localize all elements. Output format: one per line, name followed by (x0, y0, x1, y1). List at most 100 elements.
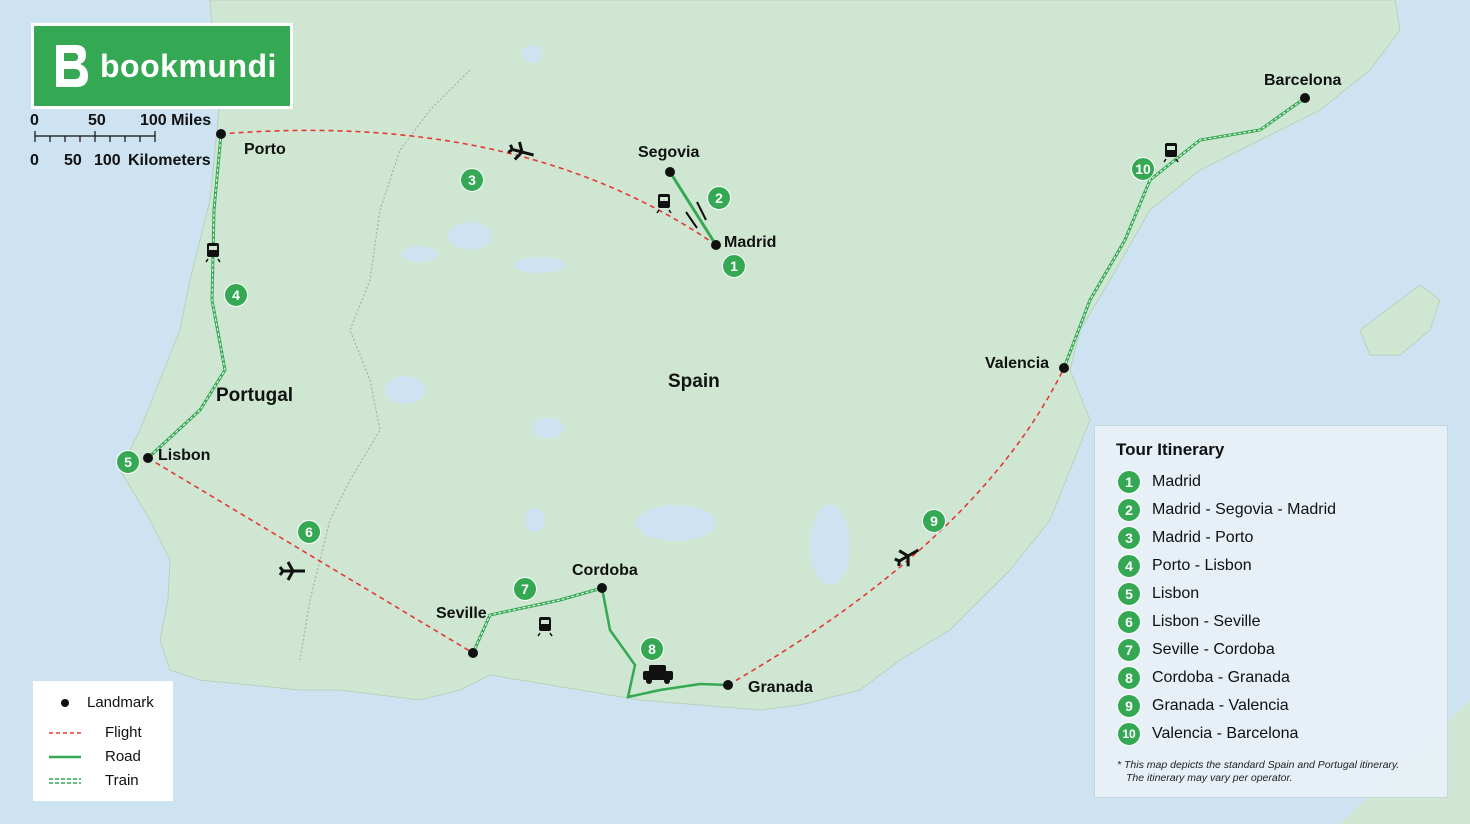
footnote-line-2: The itinerary may vary per operator. (1126, 772, 1293, 784)
scale-miles-100: 100 Miles (140, 112, 212, 129)
itinerary-item[interactable]: 1 Madrid (1117, 469, 1201, 495)
landmark-lisbon (143, 453, 153, 463)
itinerary-num: 8 (1117, 666, 1141, 690)
itinerary-item[interactable]: 7 Seville - Cordoba (1117, 637, 1275, 663)
stop-marker-7[interactable]: 7 (513, 577, 537, 601)
itinerary-label: Porto - Lisbon (1152, 557, 1252, 574)
legend-road-label: Road (105, 748, 141, 765)
landmark-seville (468, 648, 478, 658)
bookmundi-logo[interactable]: bookmundi (31, 23, 293, 109)
mallorca-island (1359, 284, 1441, 356)
scale-miles-0: 0 (30, 112, 39, 129)
itinerary-label: Valencia - Barcelona (1152, 725, 1299, 742)
lake (522, 45, 542, 63)
lake (402, 246, 438, 262)
landmark-cordoba (597, 583, 607, 593)
city-label-seville: Seville (436, 605, 487, 622)
lake (514, 257, 566, 273)
stop-marker-6[interactable]: 6 (297, 520, 321, 544)
itinerary-item[interactable]: 9 Granada - Valencia (1117, 693, 1289, 719)
stop-marker-8[interactable]: 8 (640, 637, 664, 661)
landmark-valencia (1059, 363, 1069, 373)
city-label-madrid: Madrid (724, 234, 777, 251)
train-line-icon (49, 778, 81, 784)
lake (532, 418, 564, 438)
itinerary-num: 9 (1117, 694, 1141, 718)
city-label-valencia: Valencia (985, 355, 1050, 372)
itinerary-footnote: * This map depicts the standard Spain an… (1117, 759, 1437, 785)
landmark-segovia (665, 167, 675, 177)
itinerary-label: Madrid - Porto (1152, 529, 1254, 546)
itinerary-label: Lisbon - Seville (1152, 613, 1261, 630)
itinerary-item[interactable]: 10 Valencia - Barcelona (1117, 721, 1298, 747)
itinerary-num: 7 (1117, 638, 1141, 662)
itinerary-num: 5 (1117, 582, 1141, 606)
itinerary-num: 6 (1117, 610, 1141, 634)
map-stage: bookmundi 0 50 100 Miles 0 50 100 Kilome… (0, 0, 1470, 824)
city-label-porto: Porto (244, 141, 286, 158)
city-label-segovia: Segovia (638, 144, 700, 161)
brand-name: bookmundi (100, 47, 277, 84)
itinerary-item[interactable]: 3 Madrid - Porto (1117, 525, 1253, 551)
footnote-line-1: * This map depicts the standard Spain an… (1117, 759, 1400, 771)
city-label-granada: Granada (748, 679, 813, 696)
lake (385, 376, 425, 404)
landmark-madrid (711, 240, 721, 250)
itinerary-label: Lisbon (1152, 585, 1200, 602)
stop-marker-2[interactable]: 2 (707, 186, 731, 210)
itinerary-label: Madrid - Segovia - Madrid (1152, 501, 1337, 518)
stop-marker-10[interactable]: 10 (1131, 157, 1155, 181)
city-label-cordoba: Cordoba (572, 562, 638, 579)
map-legend: Landmark Flight Road Train (33, 681, 173, 801)
city-label-lisbon: Lisbon (158, 447, 211, 464)
itinerary-label: Madrid (1152, 473, 1201, 490)
scale-km-100: 100 (94, 152, 121, 169)
scale-km-50: 50 (64, 152, 82, 169)
stop-marker-5[interactable]: 5 (116, 450, 140, 474)
lake (526, 719, 554, 751)
itinerary-item[interactable]: 4 Porto - Lisbon (1117, 553, 1252, 579)
tour-itinerary-panel: Tour Itinerary 1 Madrid 2 Madrid - Segovia… (1094, 425, 1448, 798)
scale-km-unit: Kilometers (128, 152, 211, 169)
stop-marker-9[interactable]: 9 (922, 509, 946, 533)
itinerary-label: Cordoba - Granada (1152, 669, 1290, 686)
country-label-spain: Spain (668, 371, 720, 392)
stop-marker-1[interactable]: 1 (722, 254, 746, 278)
itinerary-num: 4 (1117, 554, 1141, 578)
country-label-portugal: Portugal (216, 385, 294, 406)
itinerary-label: Granada - Valencia (1152, 697, 1289, 714)
itinerary-title: Tour Itinerary (1116, 440, 1225, 459)
city-label-barcelona: Barcelona (1264, 72, 1342, 89)
bookmundi-logo-icon (56, 45, 88, 87)
itinerary-item[interactable]: 5 Lisbon (1117, 581, 1199, 607)
itinerary-item[interactable]: 6 Lisbon - Seville (1117, 609, 1261, 635)
legend-train: Train (33, 770, 173, 792)
lake (810, 505, 850, 585)
stop-marker-4[interactable]: 4 (224, 283, 248, 307)
landmark-barcelona (1300, 93, 1310, 103)
legend-landmark-label: Landmark (87, 694, 154, 711)
itinerary-item[interactable]: 8 Cordoba - Granada (1117, 665, 1290, 691)
itinerary-num: 2 (1117, 498, 1141, 522)
road-line-icon (49, 755, 81, 759)
legend-flight-label: Flight (105, 724, 142, 741)
lake (636, 505, 716, 541)
scale-km-0: 0 (30, 152, 39, 169)
scale-miles-50: 50 (88, 112, 106, 129)
itinerary-num: 3 (1117, 526, 1141, 550)
legend-flight: Flight (33, 722, 173, 744)
itinerary-num: 10 (1117, 722, 1141, 746)
landmark-granada (723, 680, 733, 690)
stop-marker-3[interactable]: 3 (460, 168, 484, 192)
itinerary-label: Seville - Cordoba (1152, 641, 1275, 658)
legend-train-label: Train (105, 772, 139, 789)
map-scale: 0 50 100 Miles 0 50 100 Kilometers (30, 112, 230, 172)
legend-landmark: Landmark (33, 692, 173, 714)
itinerary-num: 1 (1117, 470, 1141, 494)
itinerary-item[interactable]: 2 Madrid - Segovia - Madrid (1117, 497, 1336, 523)
landmark-dot-icon (61, 699, 69, 707)
lake (448, 222, 492, 250)
lake (525, 508, 545, 532)
flight-line-icon (49, 732, 81, 734)
legend-road: Road (33, 746, 173, 768)
